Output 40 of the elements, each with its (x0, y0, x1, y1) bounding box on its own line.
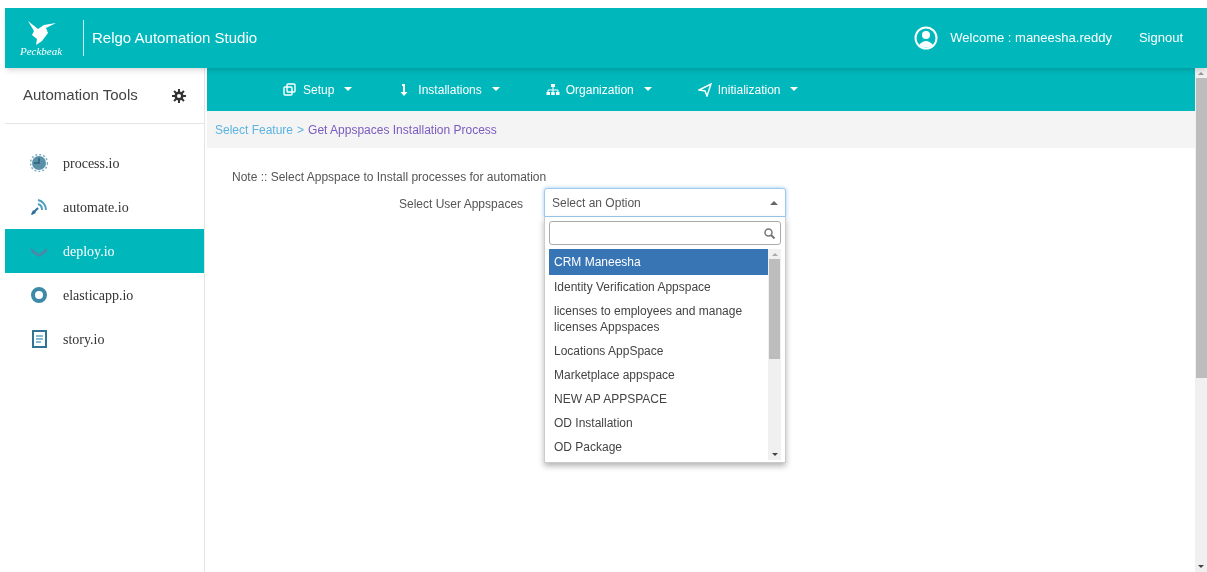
ring-icon (30, 286, 48, 304)
sidebar-title: Automation Tools (23, 85, 138, 106)
sidebar-item[interactable]: process.io (5, 141, 204, 185)
dropdown-option[interactable]: Marketplace appspace (549, 363, 768, 387)
dropdown-option[interactable]: licenses to employees and manage licenses Appspaces (549, 299, 768, 339)
sitemap-icon (545, 82, 560, 97)
select-field[interactable]: Select an Option (544, 188, 786, 217)
field-label: Select User Appspaces (399, 196, 524, 213)
dropdown-option[interactable]: OD Installation (549, 411, 768, 435)
settings-icon[interactable] (172, 88, 186, 103)
logo-text: Peckbeak (19, 46, 63, 57)
dropdown-option[interactable]: Identity Verification Appspace (549, 275, 768, 299)
dropdown-scrollbar[interactable] (768, 249, 781, 460)
document-icon (30, 330, 48, 348)
signal-arrow-icon (30, 198, 48, 216)
paper-plane-icon (697, 82, 712, 97)
caret-icon (344, 87, 353, 92)
breadcrumb-current: Get Appspaces Installation Process (308, 121, 497, 139)
caret-icon (770, 200, 778, 205)
dropdown-option[interactable]: NEW AP APPSPACE (549, 387, 768, 411)
dropdown-option[interactable]: CRM Maneesha (549, 249, 768, 275)
welcome-text: Welcome : maneesha.reddy (950, 29, 1112, 48)
sidebar-item[interactable]: elasticapp.io (5, 273, 204, 317)
caret-icon (491, 87, 500, 92)
note-text: Note :: Select Appspace to Install processes for automation (232, 169, 547, 186)
sidebar-item[interactable]: story.io (5, 317, 204, 361)
page-scrollbar[interactable] (1195, 68, 1207, 572)
caret-icon (790, 87, 799, 92)
user-avatar-icon[interactable] (914, 26, 939, 50)
sidebar-item[interactable]: automate.io (5, 185, 204, 229)
scrollbar-thumb[interactable] (769, 259, 780, 359)
scrollbar-thumb[interactable] (1195, 78, 1207, 378)
search-field[interactable] (549, 221, 781, 245)
app-title: Relgo Automation Studio (92, 27, 258, 48)
breadcrumb-separator: > (297, 121, 305, 139)
dropdown-option[interactable]: OD Package (549, 435, 768, 459)
dropdown-option[interactable]: Locations AppSpace (549, 339, 768, 363)
copy-icon (283, 82, 297, 97)
caret-icon (643, 87, 652, 92)
search-icon (764, 227, 775, 239)
